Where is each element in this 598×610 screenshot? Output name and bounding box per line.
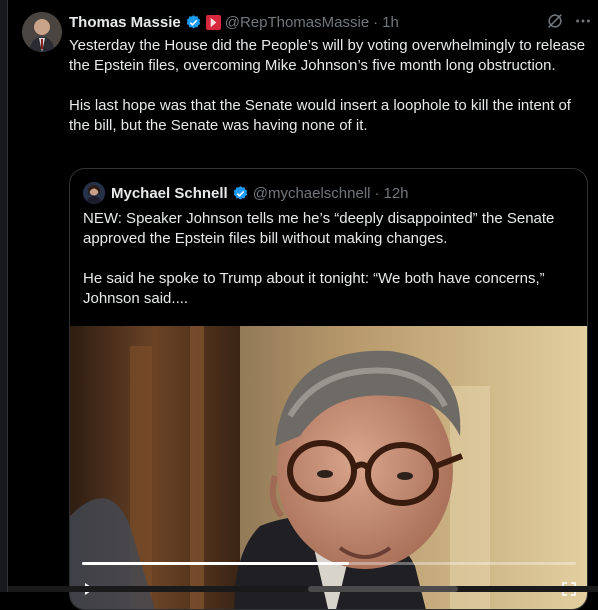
flag-badge-icon [205, 14, 221, 30]
author-avatar[interactable] [22, 12, 62, 52]
author-name[interactable]: Thomas Massie [69, 14, 181, 31]
quoted-tweet-header: Mychael Schnell @mychaelschnell · 12h [83, 182, 409, 204]
quoted-author-avatar [83, 182, 105, 204]
separator-dot: · [373, 13, 379, 31]
quoted-paragraph: NEW: Speaker Johnson tells me he’s “deep… [83, 210, 555, 247]
video-frame [70, 326, 587, 609]
scrollbar-thumb[interactable] [308, 586, 458, 592]
tweet-paragraph: Yesterday the House did the People’s wil… [69, 37, 586, 74]
quoted-tweet-text: NEW: Speaker Johnson tells me he’s “deep… [83, 209, 573, 309]
tweet-header: Thomas Massie @RepThomasMassie · 1h [69, 12, 592, 32]
video-progress-fill [82, 562, 349, 565]
quoted-paragraph: He said he spoke to Trump about it tonig… [83, 270, 545, 307]
more-icon[interactable] [574, 12, 592, 30]
video-progress-bar[interactable] [82, 562, 576, 565]
tweet-text: Yesterday the House did the People’s wil… [69, 36, 589, 136]
tweet[interactable]: Thomas Massie @RepThomasMassie · 1h Yest… [8, 0, 598, 610]
quoted-author-name[interactable]: Mychael Schnell [111, 185, 228, 202]
video-player[interactable] [70, 326, 587, 609]
left-rail [0, 0, 8, 592]
author-handle[interactable]: @RepThomasMassie [225, 14, 369, 31]
tweet-paragraph: His last hope was that the Senate would … [69, 97, 571, 134]
quoted-post-time[interactable]: 12h [384, 185, 409, 202]
separator-dot: · [374, 184, 380, 202]
verified-badge-icon [186, 14, 200, 29]
quoted-tweet[interactable]: Mychael Schnell @mychaelschnell · 12h NE… [69, 168, 588, 610]
quoted-author-handle[interactable]: @mychaelschnell [253, 185, 371, 202]
horizontal-scrollbar[interactable] [8, 586, 598, 592]
post-time[interactable]: 1h [382, 14, 399, 31]
verified-badge-icon [233, 185, 247, 200]
grok-icon[interactable] [546, 12, 564, 30]
